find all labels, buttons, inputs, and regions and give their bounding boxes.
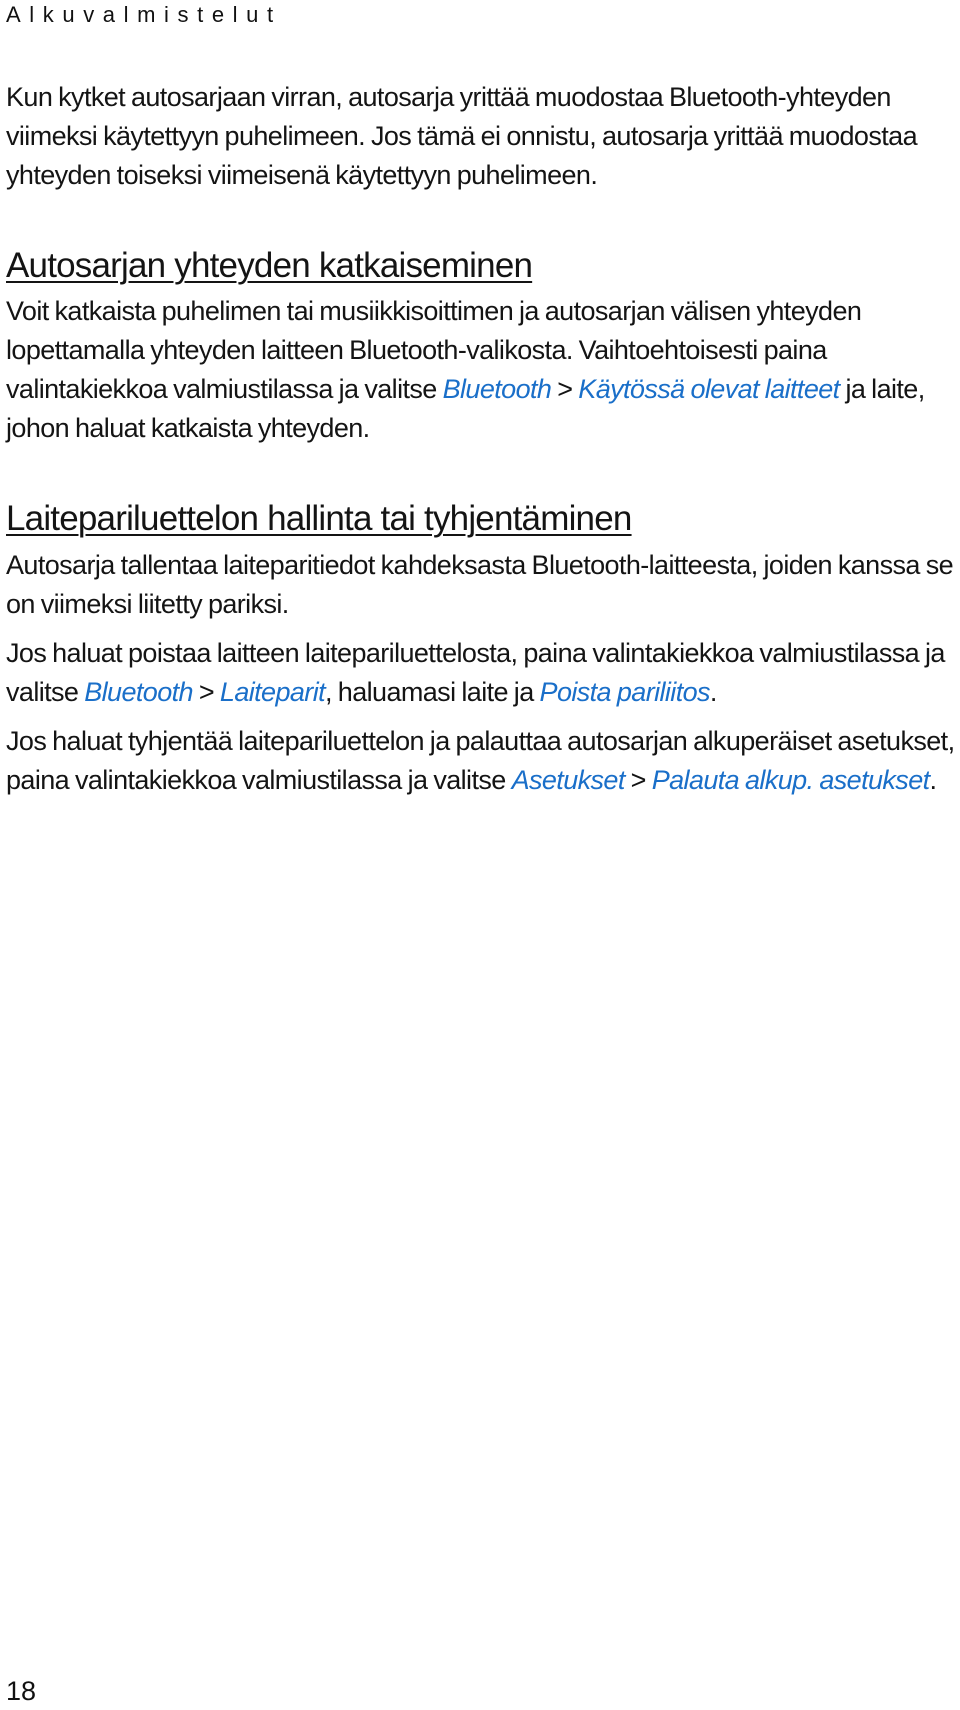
menu-link-settings[interactable]: Asetukset — [512, 765, 626, 795]
section-disconnect: Autosarjan yhteyden katkaiseminen Voit k… — [6, 244, 956, 448]
menu-link-restore-settings[interactable]: Palauta alkup. asetukset — [652, 765, 930, 795]
pairing-info-paragraph: Autosarja tallentaa laiteparitiedot kahd… — [6, 550, 954, 619]
disconnect-paragraph: Voit katkaista puhelimen tai musiikkisoi… — [6, 292, 956, 448]
menu-link-bluetooth[interactable]: Bluetooth — [84, 677, 193, 707]
intro-paragraph: Kun kytket autosarjaan virran, autosarja… — [6, 82, 918, 190]
remove-tail: . — [709, 677, 717, 707]
page-number: 18 — [6, 1676, 37, 1706]
section-heading-pairing-list: Laitepariluettelon hallinta tai tyhjentä… — [6, 499, 632, 538]
page-content: Kun kytket autosarjaan virran, autosarja… — [6, 78, 956, 800]
remove-device-paragraph: Jos haluat poistaa laitteen laiteparilue… — [6, 634, 956, 712]
menu-link-remove-pairing[interactable]: Poista pariliitos — [540, 677, 711, 707]
running-header: Alkuvalmistelut — [6, 2, 282, 27]
menu-separator: > — [192, 677, 220, 707]
section-pairing-list: Laitepariluettelon hallinta tai tyhjentä… — [6, 497, 956, 800]
menu-link-paired-devices[interactable]: Laiteparit — [220, 677, 326, 707]
reset-tail: . — [929, 765, 937, 795]
menu-separator: > — [624, 765, 652, 795]
section-heading-disconnect: Autosarjan yhteyden katkaiseminen — [6, 246, 533, 285]
remove-mid: , haluamasi laite ja — [325, 677, 540, 707]
menu-separator: > — [551, 374, 579, 404]
menu-link-active-devices[interactable]: Käytössä olevat laitteet — [578, 374, 840, 404]
reset-paragraph: Jos haluat tyhjentää laitepariluettelon … — [6, 722, 956, 800]
menu-link-bluetooth[interactable]: Bluetooth — [443, 374, 552, 404]
